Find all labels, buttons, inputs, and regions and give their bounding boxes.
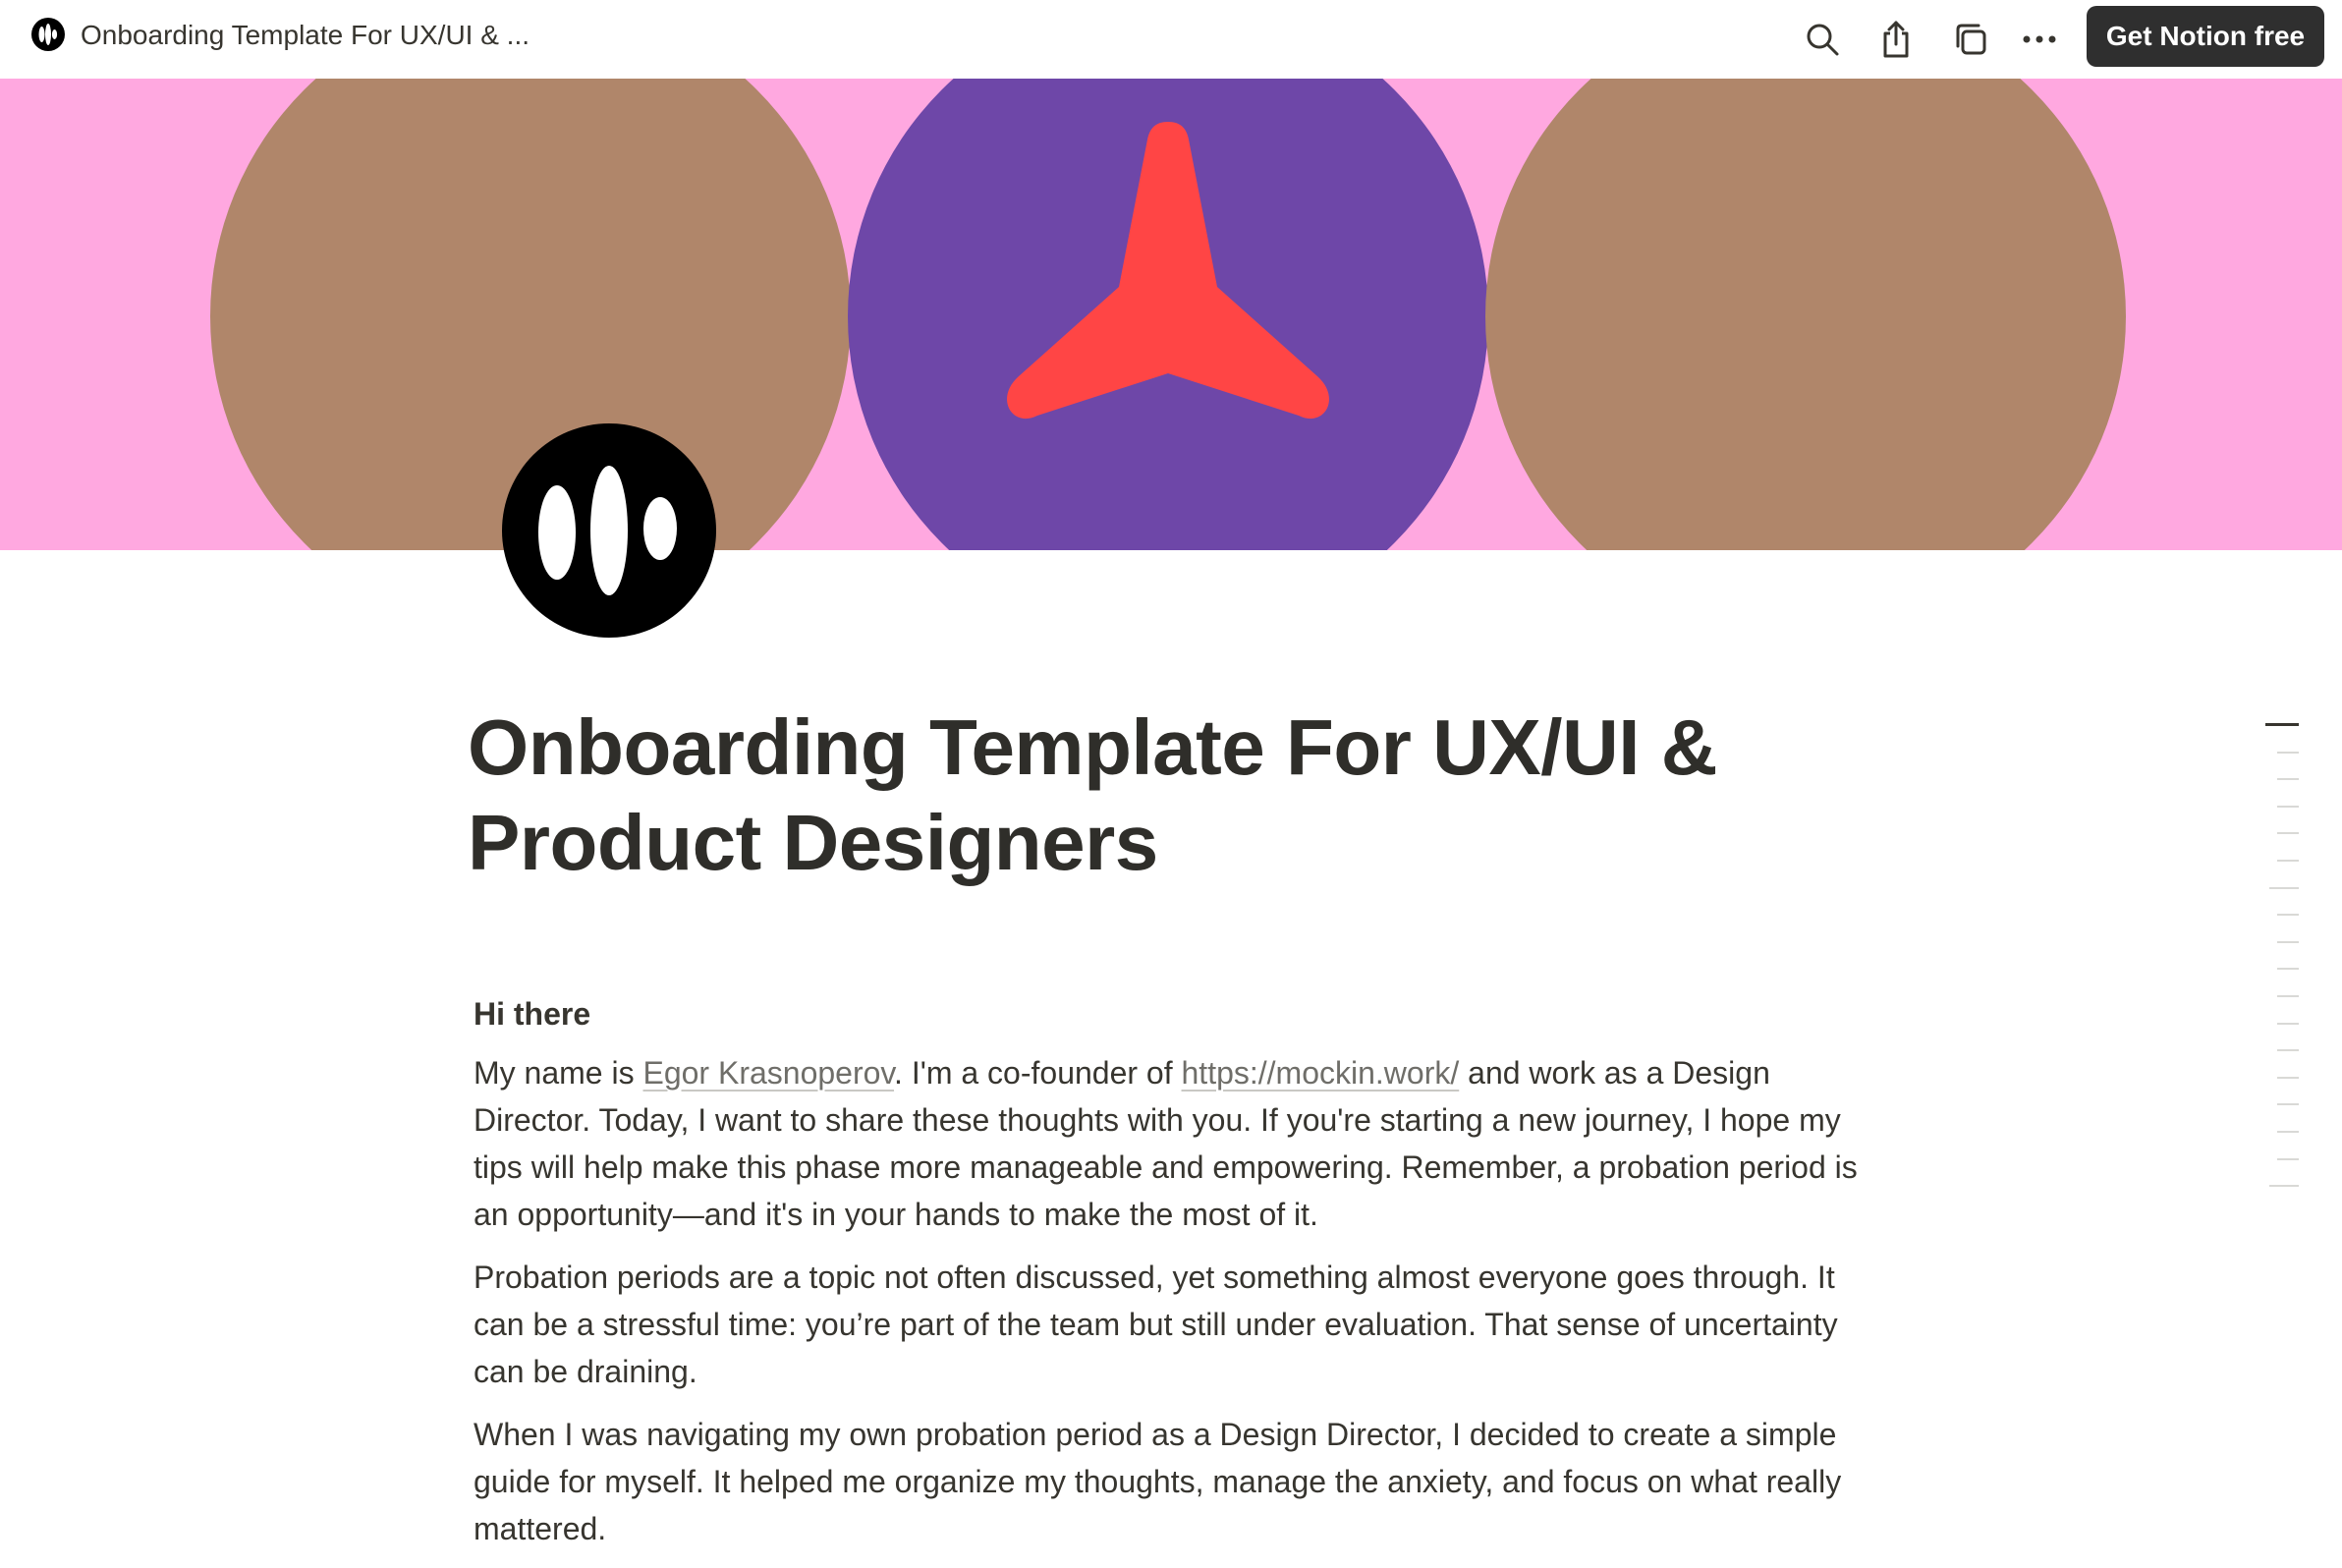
paragraph-probation: Probation periods are a topic not often … xyxy=(474,1260,1838,1389)
page-title[interactable]: Onboarding Template For UX/UI & Product … xyxy=(468,700,1863,890)
duplicate-button[interactable] xyxy=(1943,12,1998,67)
toc-marker[interactable] xyxy=(2277,805,2299,808)
toc-marker[interactable] xyxy=(2277,1130,2299,1133)
toc-marker[interactable] xyxy=(2277,940,2299,943)
page-cover-image[interactable] xyxy=(0,79,2342,550)
toc-marker[interactable] xyxy=(2269,1185,2299,1188)
paragraph-guide: When I was navigating my own probation p… xyxy=(474,1417,1842,1546)
breadcrumb-page-title[interactable]: Onboarding Template For UX/UI & ... xyxy=(81,19,530,52)
author-link[interactable]: Egor Krasnoperov xyxy=(642,1055,894,1091)
more-options-button[interactable] xyxy=(2012,12,2067,67)
toc-marker[interactable] xyxy=(2277,1103,2299,1106)
page-content: Hi there My name is Egor Krasnoperov. I'… xyxy=(474,986,1868,1568)
intro-text-2: . I'm a co-founder of xyxy=(894,1055,1182,1091)
toc-marker[interactable] xyxy=(2269,886,2299,889)
toc-marker[interactable] xyxy=(2277,914,2299,917)
get-notion-free-button[interactable]: Get Notion free xyxy=(2087,6,2324,67)
toc-marker[interactable] xyxy=(2277,859,2299,862)
greeting-heading: Hi there xyxy=(474,996,591,1032)
share-icon xyxy=(1883,21,1909,58)
more-horizontal-icon xyxy=(2023,35,2056,43)
toc-marker[interactable] xyxy=(2277,1157,2299,1160)
toc-marker[interactable] xyxy=(2277,751,2299,754)
cover-circle-right xyxy=(1485,79,2126,550)
duplicate-icon xyxy=(1956,24,1986,55)
toc-marker[interactable] xyxy=(2277,1049,2299,1052)
intro-paragraph: My name is Egor Krasnoperov. I'm a co-fo… xyxy=(474,1049,1868,1238)
search-button[interactable] xyxy=(1795,12,1850,67)
mockin-link[interactable]: https://mockin.work/ xyxy=(1182,1055,1460,1091)
table-of-contents-rail[interactable] xyxy=(2259,723,2299,1212)
toc-marker[interactable] xyxy=(2277,1022,2299,1025)
toc-marker[interactable] xyxy=(2265,723,2299,726)
share-button[interactable] xyxy=(1868,12,1924,67)
toc-marker[interactable] xyxy=(2277,968,2299,971)
intro-text-1: My name is xyxy=(474,1055,643,1091)
page-logo-icon[interactable] xyxy=(501,422,717,639)
toc-marker[interactable] xyxy=(2277,832,2299,835)
toc-marker[interactable] xyxy=(2277,778,2299,781)
toc-marker[interactable] xyxy=(2277,1076,2299,1079)
notion-site-logo-icon[interactable] xyxy=(31,18,65,51)
top-bar: Onboarding Template For UX/UI & ... Get … xyxy=(0,0,2342,79)
search-icon xyxy=(1807,24,1839,56)
toc-marker[interactable] xyxy=(2277,994,2299,997)
